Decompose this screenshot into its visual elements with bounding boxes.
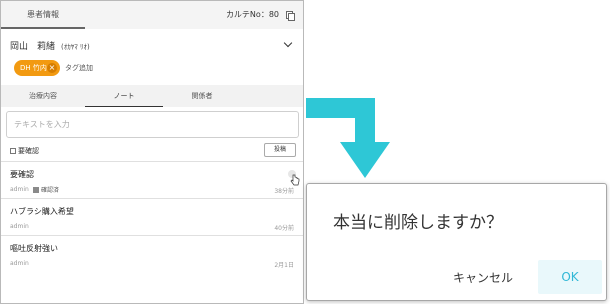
post-button[interactable]: 投稿 — [264, 143, 296, 157]
panel-header: 患者情報 カルテNo：80 — [1, 1, 303, 29]
note-title: ハブラシ購入希望 — [10, 207, 74, 216]
delete-confirm-dialog: 本当に削除しますか？ キャンセル OK — [306, 183, 607, 301]
tab-patient-info[interactable]: 患者情報 — [1, 1, 85, 29]
remove-tag-icon[interactable]: × — [47, 63, 57, 73]
chart-number: カルテNo：80 — [225, 10, 279, 19]
copy-icon[interactable] — [286, 11, 295, 21]
ok-button[interactable]: OK — [538, 260, 602, 294]
dialog-message: 本当に削除しますか？ — [333, 213, 503, 233]
tab-notes[interactable]: ノート — [85, 85, 163, 107]
subtab-bar: 治療内容 ノート 関係者 — [1, 85, 303, 107]
tag-chip[interactable]: DH 竹内 × — [14, 60, 60, 76]
chevron-down-icon[interactable] — [283, 38, 293, 48]
arrow-right-down-icon — [306, 98, 390, 178]
note-title: 嘔吐反射強い — [10, 244, 58, 253]
hand-cursor-icon — [290, 174, 300, 186]
patient-name-text: 岡山 莉緒 — [10, 42, 56, 52]
patient-panel: 患者情報 カルテNo：80 岡山 莉緒 (ｵｶﾔﾏ ﾘｵ) DH 竹内 × タグ追… — [0, 0, 304, 304]
tag-label: DH 竹内 — [20, 64, 47, 72]
cancel-button[interactable]: キャンセル — [442, 262, 524, 294]
checked-icon — [33, 187, 39, 193]
note-author: admin — [10, 186, 29, 193]
add-tag-link[interactable]: タグ追加 — [65, 60, 93, 76]
note-item[interactable]: 嘔吐反射強い admin 2月1日 — [1, 235, 303, 272]
confirm-label: 要確認 — [18, 147, 39, 155]
confirm-checkbox[interactable] — [10, 148, 16, 154]
tab-treatment[interactable]: 治療内容 — [1, 85, 85, 107]
note-status: 確認済 — [33, 185, 59, 194]
note-time: 2月1日 — [274, 262, 294, 269]
tab-related[interactable]: 関係者 — [163, 85, 241, 107]
note-title: 要確認 — [10, 170, 34, 179]
patient-kana: (ｵｶﾔﾏ ﾘｵ) — [61, 43, 90, 51]
note-input[interactable]: テキストを入力 — [6, 111, 299, 138]
screenshot-stage: 患者情報 カルテNo：80 岡山 莉緒 (ｵｶﾔﾏ ﾘｵ) DH 竹内 × タグ追… — [0, 0, 610, 304]
note-item[interactable]: ハブラシ購入希望 admin 40分前 — [1, 198, 303, 235]
patient-name: 岡山 莉緒 (ｵｶﾔﾏ ﾘｵ) — [10, 39, 90, 52]
note-author: admin — [10, 223, 29, 230]
confirm-checkbox-row[interactable]: 要確認 — [10, 146, 39, 156]
note-status-label: 確認済 — [41, 187, 60, 194]
note-item[interactable]: 要確認 admin 確認済 38分前 — [1, 161, 303, 198]
note-time: 38分前 — [274, 188, 294, 195]
note-author: admin — [10, 260, 29, 267]
note-time: 40分前 — [274, 225, 294, 232]
